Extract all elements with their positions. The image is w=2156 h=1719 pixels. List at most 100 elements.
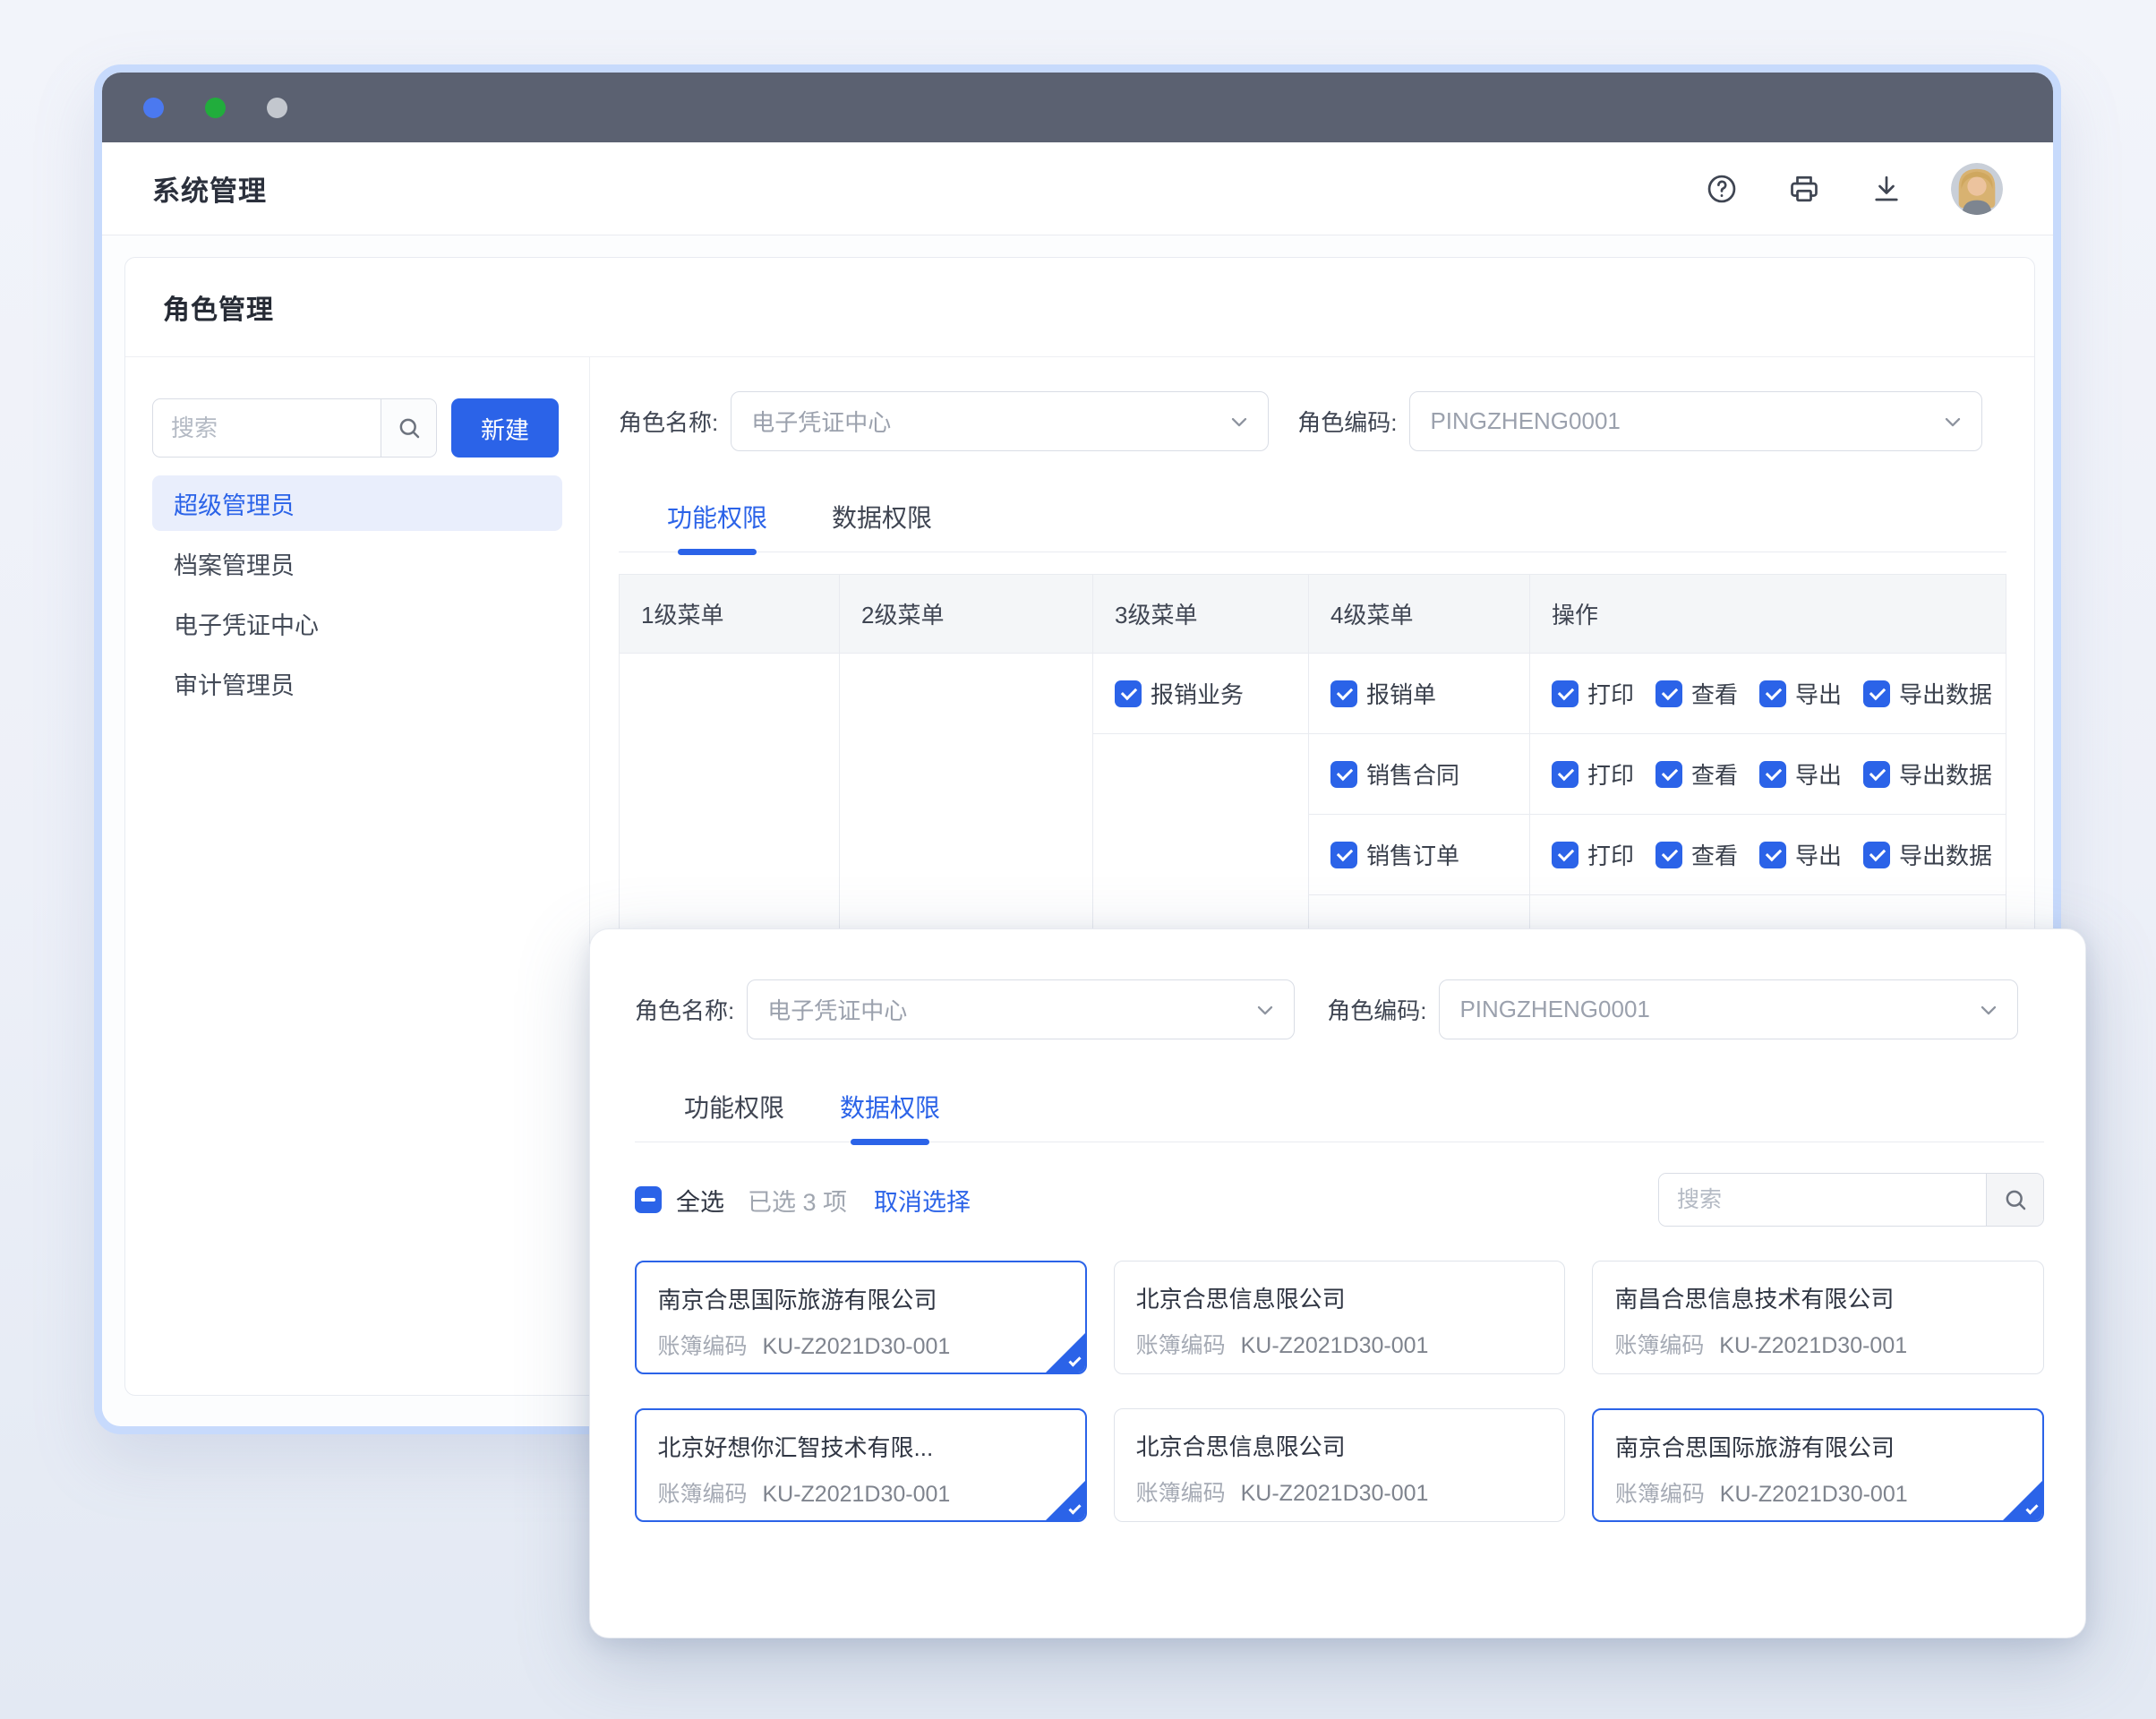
chevron-down-icon [1940, 409, 1965, 434]
role-search-button[interactable] [381, 399, 436, 457]
column-header: 4级菜单 [1309, 575, 1530, 654]
operation-checkbox-view[interactable]: 查看 [1656, 757, 1738, 791]
new-role-button[interactable]: 新建 [451, 398, 559, 458]
help-button[interactable] [1704, 171, 1740, 207]
company-card[interactable]: 北京好想你汇智技术有限... 账簿编码 KU-Z2021D30-001 [635, 1408, 1087, 1522]
menu-label: 报销单 [1366, 681, 1437, 708]
checkbox-checked-icon [1115, 680, 1142, 707]
header-actions [1704, 162, 2003, 215]
role-code-value: PINGZHENG0001 [1430, 407, 1621, 434]
code-label: 账簿编码 [657, 1481, 748, 1507]
user-avatar[interactable] [1951, 162, 2003, 215]
operation-label: 打印 [1587, 762, 1635, 789]
operation-label: 查看 [1691, 762, 1739, 789]
permission-table: 1级菜单 2级菜单 3级菜单 4级菜单 操作 报销业务 报销单 打印 查看 导出… [619, 574, 2006, 946]
company-name: 北京合思信息限公司 [1135, 1286, 1346, 1313]
role-code-value: PINGZHENG0001 [1459, 996, 1650, 1022]
menu-checkbox-xiaoshou-hetong[interactable]: 销售合同 [1330, 757, 1459, 791]
operation-checkbox-print[interactable]: 打印 [1552, 677, 1634, 710]
menu-checkbox-xiaoshou-dingdan[interactable]: 销售订单 [1330, 838, 1459, 871]
modal-permission-tabs: 功能权限 数据权限 [635, 1072, 2044, 1142]
operation-checkbox-view[interactable]: 查看 [1656, 677, 1738, 710]
company-search-input[interactable] [1659, 1174, 1986, 1226]
operation-checkbox-export[interactable]: 导出 [1759, 838, 1842, 871]
selected-count: 已选 3 项 [748, 1188, 848, 1216]
operation-checkbox-export[interactable]: 导出 [1759, 757, 1842, 791]
company-code: 账簿编码 KU-Z2021D30-001 [1136, 1328, 1544, 1360]
operation-label: 查看 [1691, 842, 1739, 869]
page-background: 系统管理 角色管理 搜索 新建 超级管理员 档案管理员 电子凭证中心 审计管理员… [0, 0, 2156, 1719]
operation-checkbox-export[interactable]: 导出 [1759, 677, 1842, 710]
tab-function-permission[interactable]: 功能权限 [667, 482, 767, 552]
operation-checkbox-export-data[interactable]: 导出数据 [1863, 757, 1992, 791]
print-button[interactable] [1786, 171, 1822, 207]
role-search-input[interactable] [153, 399, 381, 457]
role-name-value: 电子凭证中心 [751, 409, 892, 436]
window-control-green-dot[interactable] [205, 97, 226, 118]
checkbox-checked-icon [1863, 841, 1891, 868]
operation-checkbox-print[interactable]: 打印 [1552, 838, 1634, 871]
role-item-audit-admin[interactable]: 审计管理员 [152, 655, 562, 711]
column-header: 3级菜单 [1093, 575, 1309, 654]
operation-label: 导出数据 [1899, 842, 1993, 869]
company-search-button[interactable] [1986, 1174, 2043, 1226]
company-card[interactable]: 北京合思信息限公司 账簿编码 KU-Z2021D30-001 [1113, 1408, 1566, 1522]
company-card[interactable]: 南昌合思信息技术有限公司 账簿编码 KU-Z2021D30-001 [1592, 1261, 2044, 1374]
role-item-super-admin[interactable]: 超级管理员 [152, 475, 562, 531]
menu-label: 报销业务 [1151, 681, 1245, 708]
operations-cell: 打印 查看 导出 导出数据 [1530, 815, 2006, 895]
chevron-down-icon [1227, 409, 1252, 434]
tab-data-permission[interactable]: 数据权限 [832, 482, 932, 552]
select-all-checkbox-indeterminate[interactable] [635, 1186, 662, 1213]
role-search-box [152, 398, 437, 458]
role-name-label: 角色名称: [635, 997, 735, 1024]
level3-menu-cell: 报销业务 [1093, 654, 1309, 734]
code-value: KU-Z2021D30-001 [1719, 1333, 1908, 1358]
data-permission-modal: 角色名称: 电子凭证中心 角色编码: PINGZHENG0001 功能权限 数据… [589, 928, 2086, 1638]
tab-function-permission[interactable]: 功能权限 [684, 1072, 784, 1142]
code-value: KU-Z2021D30-001 [1240, 1333, 1429, 1358]
selected-corner-badge [2001, 1480, 2042, 1520]
company-card[interactable]: 南京合思国际旅游有限公司 账簿编码 KU-Z2021D30-001 [635, 1261, 1087, 1374]
menu-checkbox-baoxiao-yewu[interactable]: 报销业务 [1115, 677, 1244, 710]
operation-label: 查看 [1691, 681, 1739, 708]
download-button[interactable] [1869, 171, 1904, 207]
column-header: 1级菜单 [620, 575, 840, 654]
search-icon [2006, 1190, 2025, 1210]
level4-menu-cell: 销售合同 [1309, 734, 1530, 815]
role-item-archive-admin[interactable]: 档案管理员 [152, 535, 562, 591]
operation-checkbox-view[interactable]: 查看 [1656, 838, 1738, 871]
operation-checkbox-export-data[interactable]: 导出数据 [1863, 677, 1992, 710]
operation-checkbox-export-data[interactable]: 导出数据 [1863, 838, 1992, 871]
checkbox-checked-icon [1759, 760, 1787, 788]
permission-tabs: 功能权限 数据权限 [619, 482, 2006, 552]
code-label: 账簿编码 [1135, 1333, 1226, 1358]
download-icon [1875, 175, 1898, 201]
chevron-down-icon [1976, 997, 2001, 1022]
role-code-select[interactable]: PINGZHENG0001 [1409, 391, 1983, 451]
company-card[interactable]: 北京合思信息限公司 账簿编码 KU-Z2021D30-001 [1113, 1261, 1566, 1374]
selected-corner-badge [1044, 1480, 1085, 1520]
level4-menu-cell: 报销单 [1309, 654, 1530, 734]
company-card[interactable]: 南京合思国际旅游有限公司 账簿编码 KU-Z2021D30-001 [1592, 1408, 2044, 1522]
menu-checkbox-baoxiaodan[interactable]: 报销单 [1330, 677, 1436, 710]
code-label: 账簿编码 [1614, 1333, 1705, 1358]
checkbox-checked-icon [1656, 760, 1683, 788]
column-header: 操作 [1530, 575, 2006, 654]
tab-data-permission[interactable]: 数据权限 [840, 1072, 940, 1142]
checkbox-checked-icon [1330, 680, 1357, 707]
operation-checkbox-print[interactable]: 打印 [1552, 757, 1634, 791]
help-icon [1707, 175, 1736, 202]
role-code-label: 角色编码: [1327, 997, 1427, 1024]
role-name-select[interactable]: 电子凭证中心 [731, 391, 1270, 451]
modal-role-form-row: 角色名称: 电子凭证中心 角色编码: PINGZHENG0001 [635, 979, 2044, 1039]
select-all-label[interactable]: 全选 [676, 1183, 724, 1218]
modal-role-code-select[interactable]: PINGZHENG0001 [1439, 979, 2019, 1039]
role-item-evoucher-center[interactable]: 电子凭证中心 [152, 595, 562, 651]
chevron-down-icon [1253, 997, 1278, 1022]
clear-selection-link[interactable]: 取消选择 [874, 1183, 971, 1218]
operation-label: 打印 [1587, 681, 1635, 708]
window-control-gray-dot[interactable] [267, 97, 287, 118]
window-control-blue-dot[interactable] [143, 97, 164, 118]
modal-role-name-select[interactable]: 电子凭证中心 [747, 979, 1296, 1039]
